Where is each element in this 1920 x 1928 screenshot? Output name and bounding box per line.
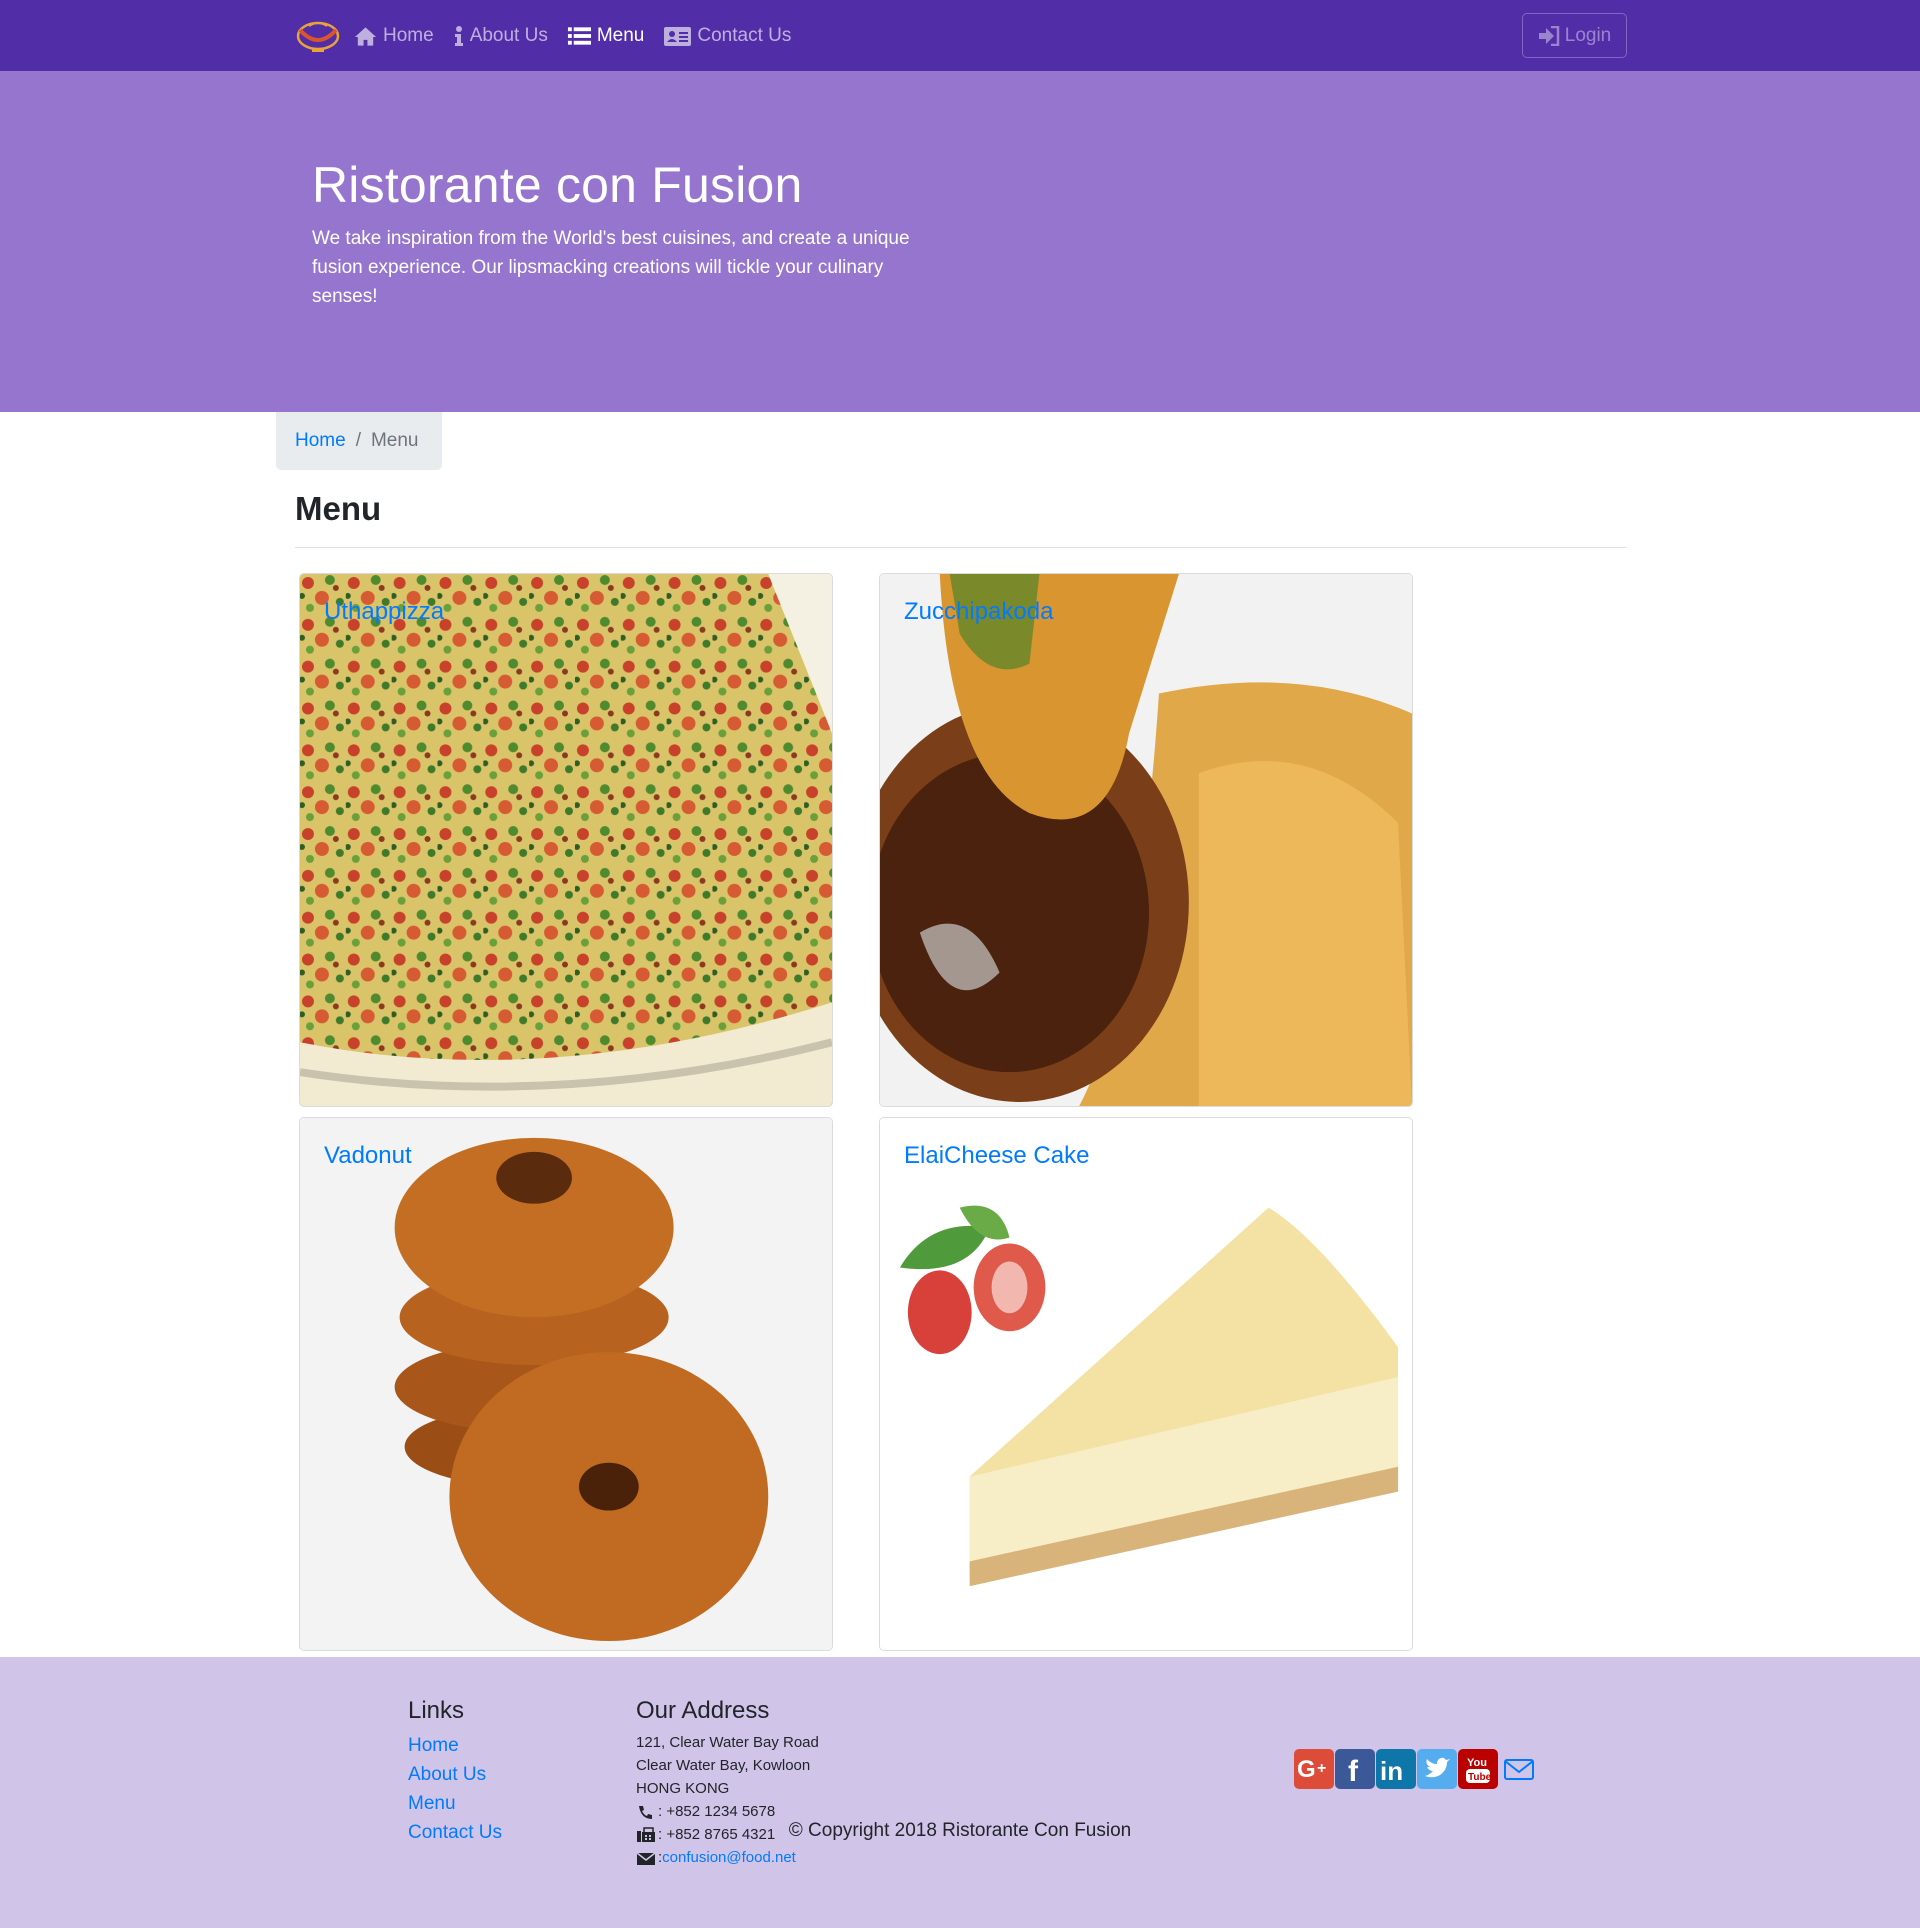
vadonut-image xyxy=(300,1118,832,1650)
breadcrumb-current: Menu xyxy=(370,430,419,451)
envelope-icon[interactable] xyxy=(1499,1749,1539,1789)
nav-item-label: About Us xyxy=(469,24,548,46)
address-line: Clear Water Bay, Kowloon xyxy=(636,1757,811,1774)
twitter-icon[interactable] xyxy=(1417,1749,1457,1789)
nav-item-label: Home xyxy=(383,24,434,46)
login-label: Login xyxy=(1564,24,1612,46)
uthappizza-image xyxy=(300,574,832,1106)
navbar-container: Home About Us Menu Contact Us Login xyxy=(295,0,1627,71)
brand-logo[interactable] xyxy=(295,16,341,56)
zucchipakoda-image xyxy=(880,574,1412,1106)
svg-text:Tube: Tube xyxy=(1468,1772,1492,1783)
footer: Links Home About Us Menu Contact Us Our … xyxy=(0,1657,1920,1928)
breadcrumb-separator: / xyxy=(355,430,361,451)
phone-icon xyxy=(636,1804,656,1820)
svg-text:You: You xyxy=(1467,1757,1487,1769)
restaurant-description: We take inspiration from the World's bes… xyxy=(312,228,910,307)
copyright: © Copyright 2018 Ristorante Con Fusion xyxy=(788,1820,1132,1841)
facebook-icon[interactable]: f xyxy=(1335,1749,1375,1789)
social-links: G + f in You Tube xyxy=(1294,1749,1539,1789)
nav-item-label: Menu xyxy=(596,24,645,46)
breadcrumb-home-link[interactable]: Home xyxy=(295,430,346,452)
dish-card-zucchipakoda[interactable]: Zucchipakoda xyxy=(879,573,1413,1107)
menu-heading: Menu xyxy=(295,490,382,527)
restaurant-title: Ristorante con Fusion xyxy=(312,157,803,213)
address-line: 121, Clear Water Bay Road xyxy=(636,1734,819,1751)
elaicheese-cake-image xyxy=(880,1118,1412,1650)
email-link[interactable]: confusion@food.net xyxy=(662,1846,796,1869)
footer-address: 121, Clear Water Bay Road Clear Water Ba… xyxy=(636,1731,819,1869)
svg-text:in: in xyxy=(1380,1756,1403,1786)
nav-item-home[interactable]: Home xyxy=(353,25,434,47)
sign-in-icon xyxy=(1538,25,1560,46)
list-icon xyxy=(567,25,592,47)
nav-item-about[interactable]: About Us xyxy=(453,25,548,47)
dish-card-elaicheese-cake[interactable]: ElaiCheese Cake xyxy=(879,1117,1413,1651)
nav-links: Home About Us Menu Contact Us xyxy=(353,0,791,71)
svg-text:+: + xyxy=(1317,1760,1326,1777)
navbar: Home About Us Menu Contact Us Login xyxy=(0,0,1920,71)
menu-divider xyxy=(295,547,1627,548)
breadcrumb: Home / Menu xyxy=(276,412,442,470)
footer-links-heading: Links xyxy=(408,1697,465,1724)
address-line: HONG KONG xyxy=(636,1780,730,1797)
dish-card-vadonut[interactable]: Vadonut xyxy=(299,1117,833,1651)
youtube-icon[interactable]: You Tube xyxy=(1458,1749,1498,1789)
google-plus-icon[interactable]: G + xyxy=(1294,1749,1334,1789)
linkedin-icon[interactable]: in xyxy=(1376,1749,1416,1789)
dish-name[interactable]: Vadonut xyxy=(324,1142,412,1170)
footer-link-home[interactable]: Home xyxy=(408,1731,502,1760)
svg-text:f: f xyxy=(1348,1755,1359,1788)
email-row: : confusion@food.net xyxy=(636,1846,819,1869)
home-icon xyxy=(353,25,378,47)
address-card-icon xyxy=(663,25,692,47)
dish-name[interactable]: Uthappizza xyxy=(324,598,444,626)
svg-text:G: G xyxy=(1297,1756,1316,1783)
footer-link-menu[interactable]: Menu xyxy=(408,1789,502,1818)
jumbotron: Ristorante con Fusion We take inspiratio… xyxy=(0,71,1920,412)
login-button[interactable]: Login xyxy=(1522,13,1627,58)
nav-item-contact[interactable]: Contact Us xyxy=(663,25,791,47)
envelope-small-icon xyxy=(636,1850,656,1866)
dish-card-uthappizza[interactable]: Uthappizza xyxy=(299,573,833,1107)
info-icon xyxy=(453,25,465,47)
nav-item-label: Contact Us xyxy=(697,24,792,46)
footer-link-about[interactable]: About Us xyxy=(408,1760,502,1789)
footer-address-heading: Our Address xyxy=(636,1697,770,1724)
dish-name[interactable]: Zucchipakoda xyxy=(904,598,1053,626)
nav-item-menu[interactable]: Menu xyxy=(567,24,645,47)
dish-name[interactable]: ElaiCheese Cake xyxy=(904,1142,1089,1170)
